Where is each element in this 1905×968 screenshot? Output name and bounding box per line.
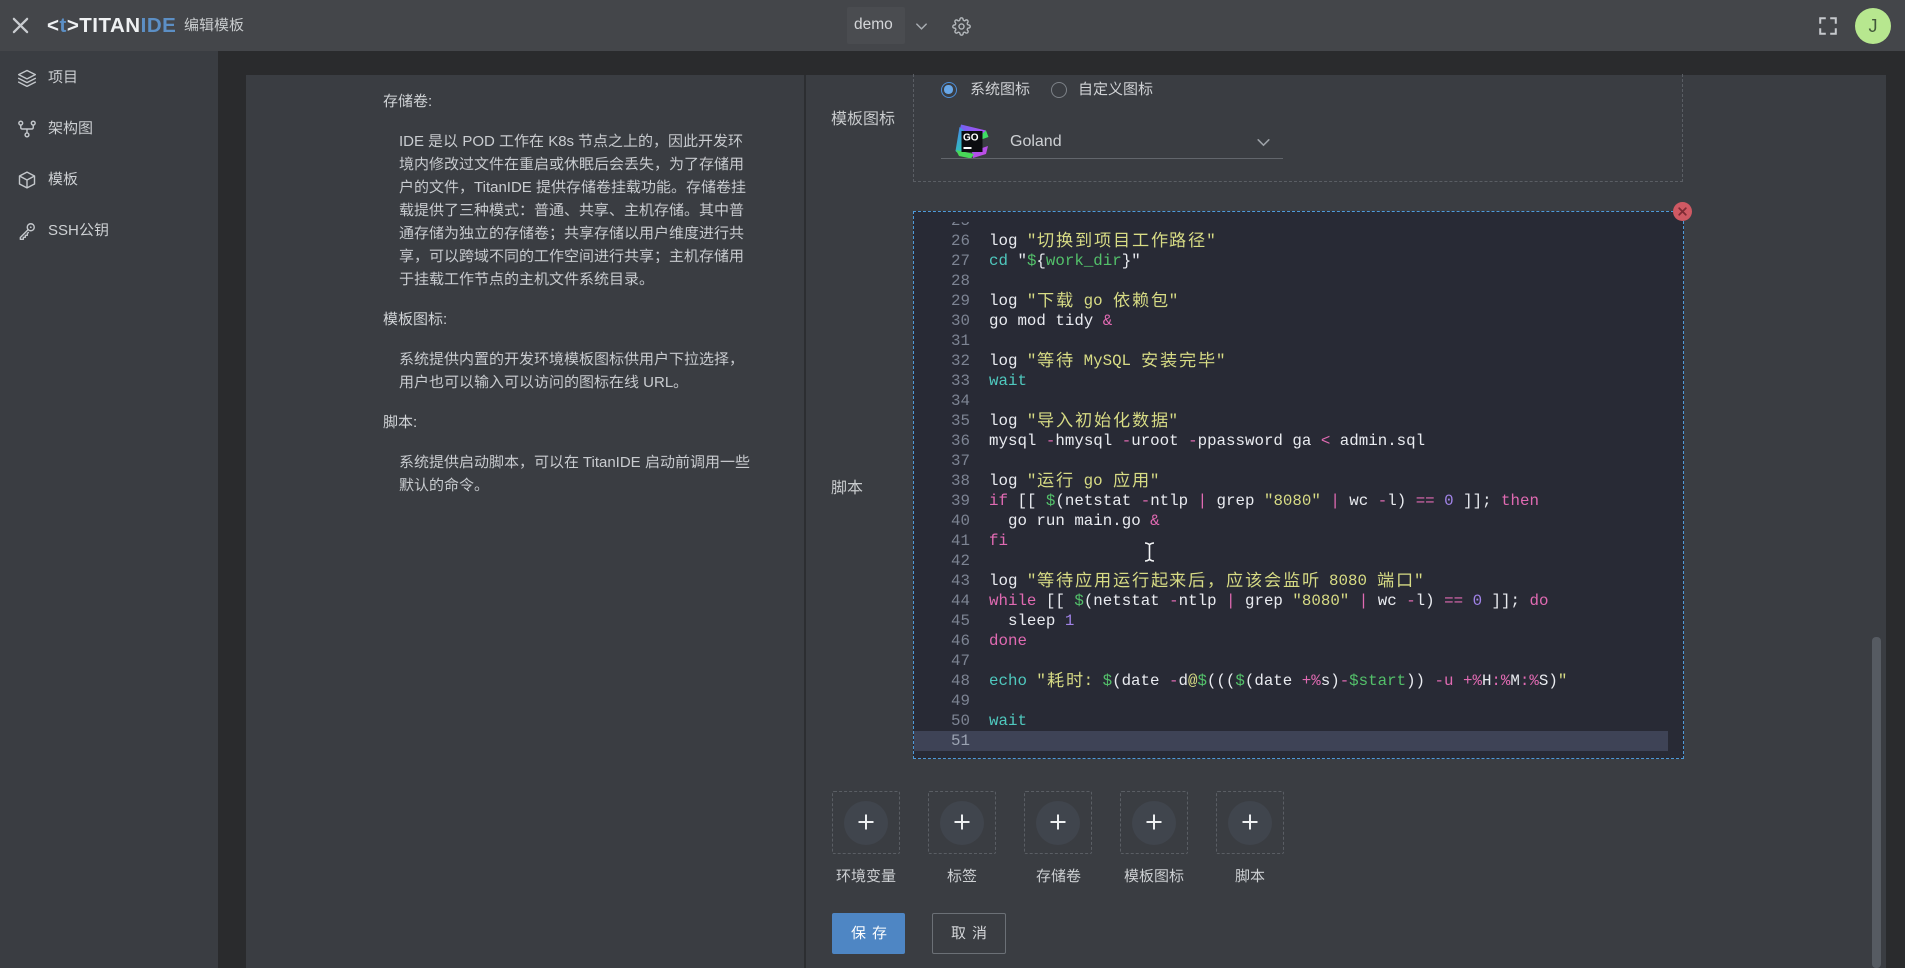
svg-text:GO: GO [963, 133, 979, 144]
